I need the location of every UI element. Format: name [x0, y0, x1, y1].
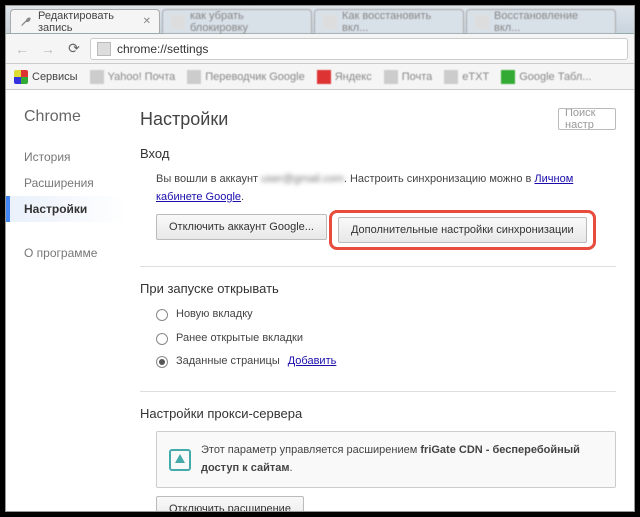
- sidebar: Chrome История Расширения Настройки О пр…: [6, 90, 126, 511]
- proxy-info-text: Этот параметр управляется расширением fr…: [201, 442, 603, 477]
- favicon-icon: [90, 70, 104, 84]
- favicon-icon: [317, 70, 331, 84]
- bookmark-item[interactable]: Яндекс: [317, 70, 372, 84]
- disable-extension-button[interactable]: Отключить расширение: [156, 496, 304, 511]
- favicon-icon: [187, 70, 201, 84]
- page-header: Настройки Поиск настр: [140, 108, 616, 130]
- section-heading: Вход: [140, 146, 616, 161]
- favicon-icon: [171, 15, 185, 29]
- browser-tab[interactable]: Как восстановить вкл...: [314, 9, 464, 33]
- radio-checked-icon: [156, 356, 168, 368]
- tab-bar: Редактировать запись ✕ как убрать блокир…: [6, 6, 634, 34]
- browser-tab[interactable]: как убрать блокировку: [162, 9, 312, 33]
- divider: [140, 391, 616, 392]
- favicon-icon: [475, 15, 489, 29]
- section-proxy: Настройки прокси-сервера Этот параметр у…: [140, 406, 616, 511]
- sidebar-item-settings[interactable]: Настройки: [6, 196, 126, 222]
- startup-option-newtab[interactable]: Новую вкладку: [156, 306, 616, 324]
- extension-icon: [169, 449, 191, 471]
- radio-icon: [156, 309, 168, 321]
- close-icon[interactable]: ✕: [143, 16, 151, 27]
- omnibox[interactable]: chrome://settings: [90, 38, 628, 60]
- apps-icon: [14, 70, 28, 84]
- sidebar-item-extensions[interactable]: Расширения: [24, 170, 126, 196]
- startup-option-pages[interactable]: Заданные страницы Добавить: [156, 353, 616, 371]
- bookmark-item[interactable]: Почта: [384, 70, 433, 84]
- startup-option-continue[interactable]: Ранее открытые вкладки: [156, 330, 616, 348]
- bookmarks-bar: Сервисы Yahoo! Почта Переводчик Google Я…: [6, 64, 634, 90]
- disconnect-google-button[interactable]: Отключить аккаунт Google...: [156, 214, 327, 240]
- bookmark-item[interactable]: Google Табл...: [501, 70, 591, 84]
- favicon-icon: [501, 70, 515, 84]
- wrench-icon: [19, 15, 33, 29]
- back-button[interactable]: ←: [12, 39, 32, 59]
- favicon-icon: [384, 70, 398, 84]
- bookmark-item[interactable]: Переводчик Google: [187, 70, 305, 84]
- add-pages-link[interactable]: Добавить: [288, 353, 337, 371]
- highlight-annotation: Дополнительные настройки синхронизации: [329, 210, 596, 250]
- divider: [140, 266, 616, 267]
- sidebar-item-about[interactable]: О программе: [24, 240, 126, 266]
- sidebar-item-history[interactable]: История: [24, 144, 126, 170]
- apps-button[interactable]: Сервисы: [14, 70, 78, 84]
- page-title: Настройки: [140, 109, 228, 130]
- tab-label: Редактировать запись: [38, 10, 135, 34]
- section-heading: При запуске открывать: [140, 281, 616, 296]
- favicon-icon: [444, 70, 458, 84]
- login-text: Вы вошли в аккаунт user@gmail.com. Настр…: [156, 171, 616, 206]
- sidebar-brand: Chrome: [24, 108, 126, 126]
- forward-button[interactable]: →: [38, 39, 58, 59]
- section-login: Вход Вы вошли в аккаунт user@gmail.com. …: [140, 146, 616, 246]
- proxy-info-box: Этот параметр управляется расширением fr…: [156, 431, 616, 488]
- settings-main: Настройки Поиск настр Вход Вы вошли в ак…: [126, 90, 634, 511]
- settings-content: Chrome История Расширения Настройки О пр…: [6, 90, 634, 511]
- section-startup: При запуске открывать Новую вкладку Ране…: [140, 281, 616, 371]
- bookmark-item[interactable]: eTXT: [444, 70, 489, 84]
- url-text: chrome://settings: [117, 42, 208, 56]
- nav-toolbar: ← → ⟳ chrome://settings: [6, 34, 634, 64]
- radio-icon: [156, 333, 168, 345]
- reload-button[interactable]: ⟳: [64, 39, 84, 59]
- account-email: user@gmail.com: [261, 173, 344, 185]
- search-settings-input[interactable]: Поиск настр: [558, 108, 616, 130]
- favicon-icon: [323, 15, 337, 29]
- page-icon: [97, 42, 111, 56]
- advanced-sync-settings-button[interactable]: Дополнительные настройки синхронизации: [338, 217, 587, 243]
- browser-tab[interactable]: Восстановление вкл...: [466, 9, 616, 33]
- bookmark-item[interactable]: Yahoo! Почта: [90, 70, 176, 84]
- section-heading: Настройки прокси-сервера: [140, 406, 616, 421]
- browser-tab-active[interactable]: Редактировать запись ✕: [10, 9, 160, 33]
